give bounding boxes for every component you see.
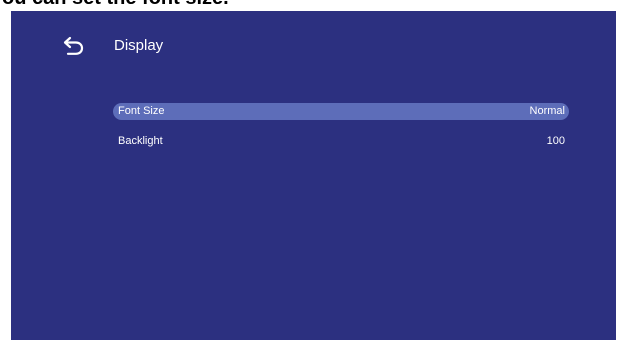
setting-value: 100: [546, 135, 565, 147]
setting-label: Font Size: [118, 105, 165, 117]
display-settings-screen: Display Font Size Normal Backlight 100: [11, 11, 616, 340]
caption-text: ou can set the font size.: [0, 0, 622, 9]
back-button[interactable]: [61, 34, 87, 58]
page-title: Display: [114, 37, 164, 54]
setting-row-backlight[interactable]: Backlight 100: [113, 133, 569, 150]
setting-label: Backlight: [118, 135, 163, 147]
back-arrow-icon: [63, 36, 84, 55]
page: ou can set the font size. Display Font S…: [0, 0, 622, 342]
settings-list: Font Size Normal Backlight 100: [113, 103, 569, 163]
header: Display: [11, 11, 616, 81]
setting-value: Normal: [529, 105, 565, 117]
setting-row-font-size[interactable]: Font Size Normal: [113, 103, 569, 120]
